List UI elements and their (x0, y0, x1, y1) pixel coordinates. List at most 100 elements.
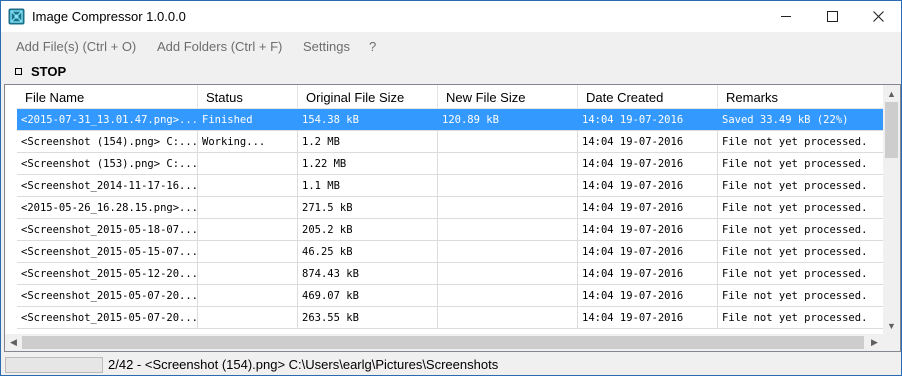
cell-date-created: 14:04 19-07-2016 (578, 197, 718, 218)
stop-label: STOP (31, 63, 67, 79)
list-rows: <2015-07-31_13.01.47.png>... Finished 154.… (17, 109, 887, 329)
cell-file-name: <Screenshot_2014-11-17-16... (17, 175, 198, 196)
cell-file-name: <Screenshot_2015-05-18-07... (17, 219, 198, 240)
stop-icon (15, 67, 22, 75)
cell-original-size: 271.5 kB (298, 197, 438, 218)
cell-original-size: 1.1 MB (298, 175, 438, 196)
table-row[interactable]: <Screenshot (153).png> C:... 1.22 MB 14:04… (17, 153, 887, 175)
cell-original-size: 205.2 kB (298, 219, 438, 240)
cell-original-size: 1.2 MB (298, 131, 438, 152)
table-row[interactable]: <Screenshot (154).png> C:... Working... 1.… (17, 131, 887, 153)
cell-date-created: 14:04 19-07-2016 (578, 285, 718, 306)
column-header-status[interactable]: Status (198, 85, 298, 109)
cell-remarks: File not yet processed. (722, 135, 868, 148)
cell-new-size (438, 219, 578, 240)
column-header-date-created[interactable]: Date Created (578, 85, 718, 109)
cell-file-name: <Screenshot (154).png> C:... (17, 131, 198, 152)
cell-file-name: <2015-07-31_13.01.47.png>... (17, 109, 198, 130)
cell-original-size: 263.55 kB (298, 307, 438, 328)
cell-remarks: File not yet processed. (722, 201, 868, 214)
cell-date-created: 14:04 19-07-2016 (578, 175, 718, 196)
cell-date-created: 14:04 19-07-2016 (578, 307, 718, 328)
cell-file-name: <2015-05-26_16.28.15.png>... (17, 197, 198, 218)
vertical-scroll-thumb[interactable] (885, 102, 898, 158)
column-header-original-size[interactable]: Original File Size (298, 85, 438, 109)
table-row[interactable]: <2015-07-31_13.01.47.png>... Finished 154.… (17, 109, 887, 131)
table-row[interactable]: <2015-05-26_16.28.15.png>... 271.5 kB 14:0… (17, 197, 887, 219)
close-button[interactable] (855, 1, 901, 32)
menu-settings[interactable]: Settings (303, 39, 350, 54)
menu-add-files[interactable]: Add File(s) (Ctrl + O) (16, 39, 136, 54)
cell-remarks: Saved 33.49 kB (22%) (722, 113, 849, 126)
menu-add-folders[interactable]: Add Folders (Ctrl + F) (157, 39, 282, 54)
cell-new-size: 120.89 kB (438, 109, 578, 130)
cell-new-size (438, 175, 578, 196)
scroll-right-icon[interactable]: ▶ (866, 334, 883, 351)
list-header: File Name Status Original File Size New … (17, 85, 887, 109)
cell-status (198, 285, 298, 306)
menu-help[interactable]: ? (369, 39, 376, 54)
cell-new-size (438, 263, 578, 284)
cell-remarks: File not yet processed. (722, 289, 868, 302)
status-text: 2/42 - <Screenshot (154).png> C:\Users\e… (108, 357, 499, 372)
cell-status (198, 175, 298, 196)
maximize-button[interactable] (809, 1, 855, 32)
cell-remarks: File not yet processed. (722, 179, 868, 192)
cell-new-size (438, 285, 578, 306)
cell-original-size: 154.38 kB (298, 109, 438, 130)
cell-file-name: <Screenshot_2015-05-15-07... (17, 241, 198, 262)
scrollbar-corner (883, 334, 900, 351)
table-row[interactable]: <Screenshot_2015-05-12-20... 874.43 kB 14:… (17, 263, 887, 285)
cell-status: Working... (198, 131, 298, 152)
column-header-new-size[interactable]: New File Size (438, 85, 578, 109)
cell-original-size: 874.43 kB (298, 263, 438, 284)
cell-original-size: 469.07 kB (298, 285, 438, 306)
horizontal-scroll-thumb[interactable] (22, 336, 864, 349)
close-icon (872, 11, 884, 22)
table-row[interactable]: <Screenshot_2015-05-07-20... 469.07 kB 14:… (17, 285, 887, 307)
file-list[interactable]: File Name Status Original File Size New … (4, 84, 901, 352)
cell-date-created: 14:04 19-07-2016 (578, 241, 718, 262)
cell-file-name: <Screenshot_2015-05-12-20... (17, 263, 198, 284)
cell-new-size (438, 153, 578, 174)
table-row[interactable]: <Screenshot_2014-11-17-16... 1.1 MB 14:04 … (17, 175, 887, 197)
minimize-button[interactable] (763, 1, 809, 32)
table-row[interactable]: <Screenshot_2015-05-15-07... 46.25 kB 14:0… (17, 241, 887, 263)
cell-new-size (438, 307, 578, 328)
cell-date-created: 14:04 19-07-2016 (578, 109, 718, 130)
window-title: Image Compressor 1.0.0.0 (32, 9, 186, 24)
cell-status (198, 219, 298, 240)
cell-file-name: <Screenshot_2015-05-07-20... (17, 285, 198, 306)
horizontal-scrollbar[interactable]: ◀ ▶ (5, 334, 883, 351)
cell-status: Finished (198, 109, 298, 130)
minimize-icon (780, 16, 791, 17)
column-header-remarks[interactable]: Remarks (718, 85, 887, 109)
cell-file-name: <Screenshot_2015-05-07-20... (17, 307, 198, 328)
progress-bar (5, 357, 103, 373)
cell-remarks: File not yet processed. (722, 267, 868, 280)
cell-original-size: 46.25 kB (298, 241, 438, 262)
vertical-scrollbar[interactable]: ▲ ▼ (883, 85, 900, 334)
table-row[interactable]: <Screenshot_2015-05-07-20... 263.55 kB 14:… (17, 307, 887, 329)
cell-file-name: <Screenshot (153).png> C:... (17, 153, 198, 174)
cell-date-created: 14:04 19-07-2016 (578, 219, 718, 240)
scroll-left-icon[interactable]: ◀ (5, 334, 22, 351)
column-header-file-name[interactable]: File Name (17, 85, 198, 109)
cell-status (198, 307, 298, 328)
status-bar: 2/42 - <Screenshot (154).png> C:\Users\e… (1, 354, 901, 375)
cell-original-size: 1.22 MB (298, 153, 438, 174)
cell-new-size (438, 197, 578, 218)
maximize-icon (826, 11, 838, 22)
cell-status (198, 153, 298, 174)
title-bar[interactable]: Image Compressor 1.0.0.0 (1, 1, 901, 32)
scroll-up-icon[interactable]: ▲ (883, 85, 900, 102)
cell-status (198, 241, 298, 262)
cell-status (198, 263, 298, 284)
cell-remarks: File not yet processed. (722, 223, 868, 236)
cell-remarks: File not yet processed. (722, 157, 868, 170)
table-row[interactable]: <Screenshot_2015-05-18-07... 205.2 kB 14:0… (17, 219, 887, 241)
stop-button[interactable]: STOP (15, 61, 66, 81)
scroll-down-icon[interactable]: ▼ (883, 317, 900, 334)
cell-date-created: 14:04 19-07-2016 (578, 131, 718, 152)
cell-date-created: 14:04 19-07-2016 (578, 153, 718, 174)
